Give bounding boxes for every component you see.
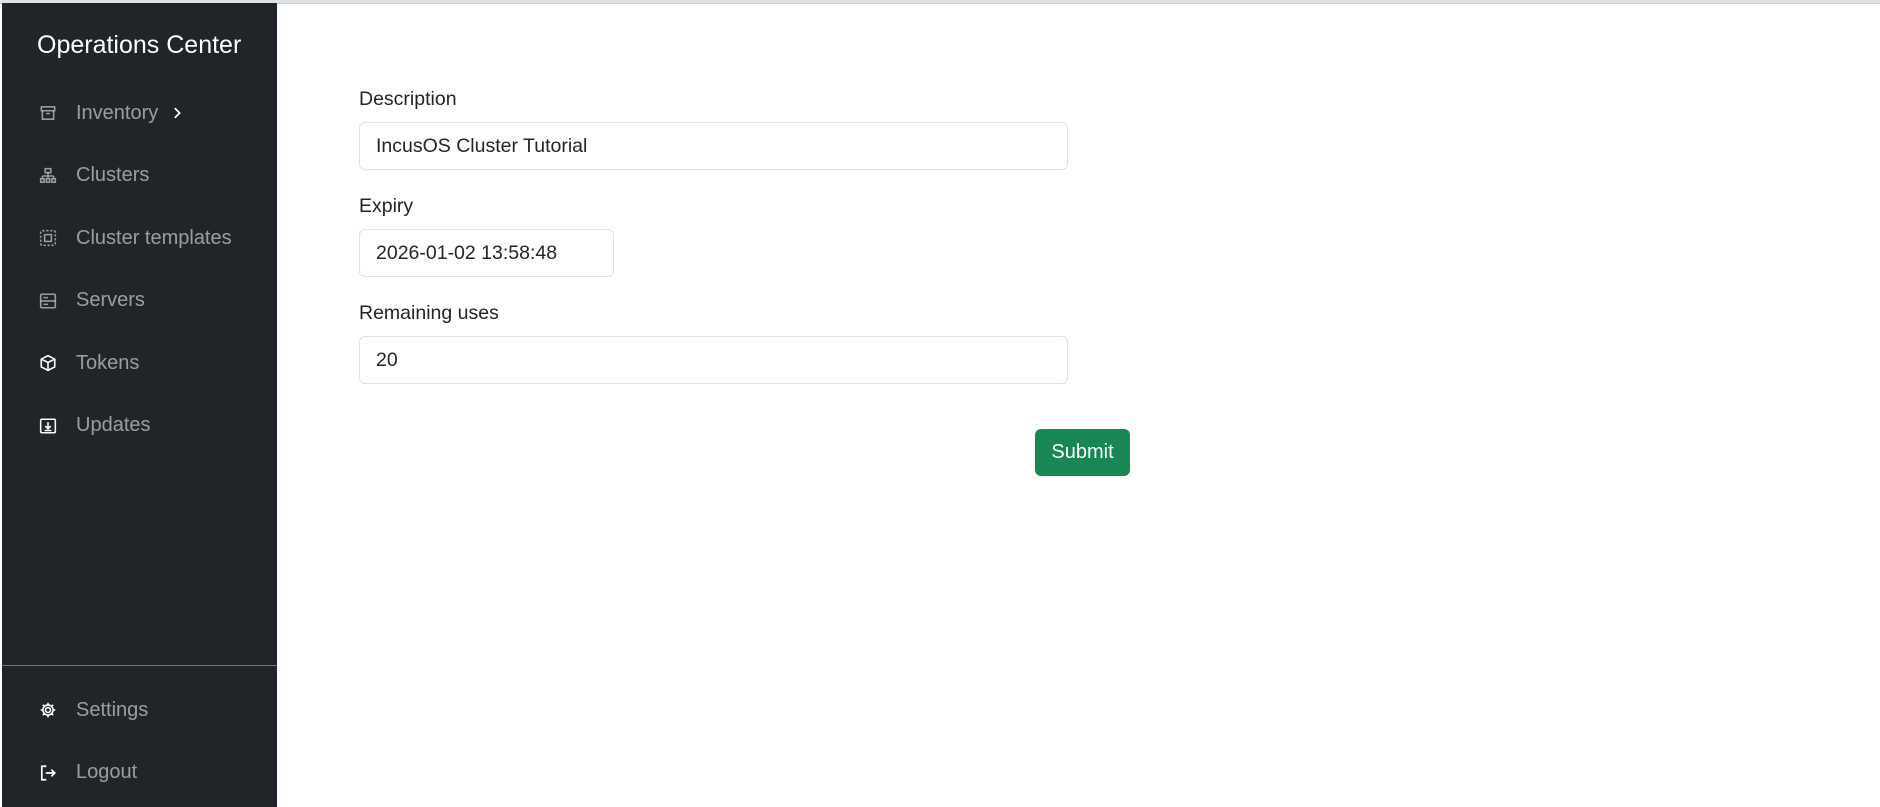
server-icon bbox=[38, 291, 58, 311]
sidebar-item-servers[interactable]: Servers bbox=[2, 270, 277, 333]
remaining-uses-group: Remaining uses bbox=[359, 302, 1069, 384]
sidebar-item-settings[interactable]: Settings bbox=[2, 679, 277, 742]
sidebar-item-label: Servers bbox=[76, 289, 145, 312]
sidebar-item-label: Tokens bbox=[76, 351, 140, 374]
sidebar-item-clusters[interactable]: Clusters bbox=[2, 145, 277, 208]
expiry-group: Expiry bbox=[359, 195, 1069, 277]
submit-button[interactable]: Submit bbox=[1035, 429, 1130, 476]
template-icon bbox=[38, 228, 58, 248]
expiry-label: Expiry bbox=[359, 195, 414, 217]
remaining-uses-input[interactable] bbox=[359, 336, 1068, 384]
sidebar-item-label: Logout bbox=[76, 761, 138, 784]
diagram-icon bbox=[38, 166, 58, 186]
download-icon bbox=[38, 416, 58, 436]
box-icon bbox=[38, 353, 58, 373]
sidebar-item-logout[interactable]: Logout bbox=[2, 742, 277, 805]
token-form: Description Expiry Remaining uses Submit bbox=[359, 88, 1130, 476]
app-title[interactable]: Operations Center bbox=[37, 31, 241, 60]
sidebar-nav: Inventory Clusters Cluster templates Ser… bbox=[2, 82, 277, 457]
description-input[interactable] bbox=[359, 122, 1068, 170]
main-content: Description Expiry Remaining uses Submit bbox=[277, 3, 1880, 807]
sidebar-item-cluster-templates[interactable]: Cluster templates bbox=[2, 207, 277, 270]
expiry-input[interactable] bbox=[359, 229, 614, 277]
gear-icon bbox=[38, 700, 58, 720]
sidebar-item-label: Inventory bbox=[76, 101, 159, 124]
sidebar-item-label: Updates bbox=[76, 414, 151, 437]
sidebar-item-label: Clusters bbox=[76, 164, 150, 187]
sidebar-item-label: Cluster templates bbox=[76, 226, 232, 249]
chevron-right-icon bbox=[170, 106, 184, 120]
sidebar-item-inventory[interactable]: Inventory bbox=[2, 82, 277, 145]
sidebar-item-updates[interactable]: Updates bbox=[2, 395, 277, 458]
description-label: Description bbox=[359, 88, 457, 110]
sidebar-item-label: Settings bbox=[76, 698, 149, 721]
logout-icon bbox=[38, 763, 58, 783]
sidebar: Operations Center Inventory Clusters Clu… bbox=[2, 3, 277, 807]
archive-icon bbox=[38, 103, 58, 123]
sidebar-divider bbox=[2, 665, 277, 666]
remaining-uses-label: Remaining uses bbox=[359, 302, 499, 324]
sidebar-item-tokens[interactable]: Tokens bbox=[2, 332, 277, 395]
sidebar-bottom-nav: Settings Logout bbox=[2, 679, 277, 804]
description-group: Description bbox=[359, 88, 1069, 170]
